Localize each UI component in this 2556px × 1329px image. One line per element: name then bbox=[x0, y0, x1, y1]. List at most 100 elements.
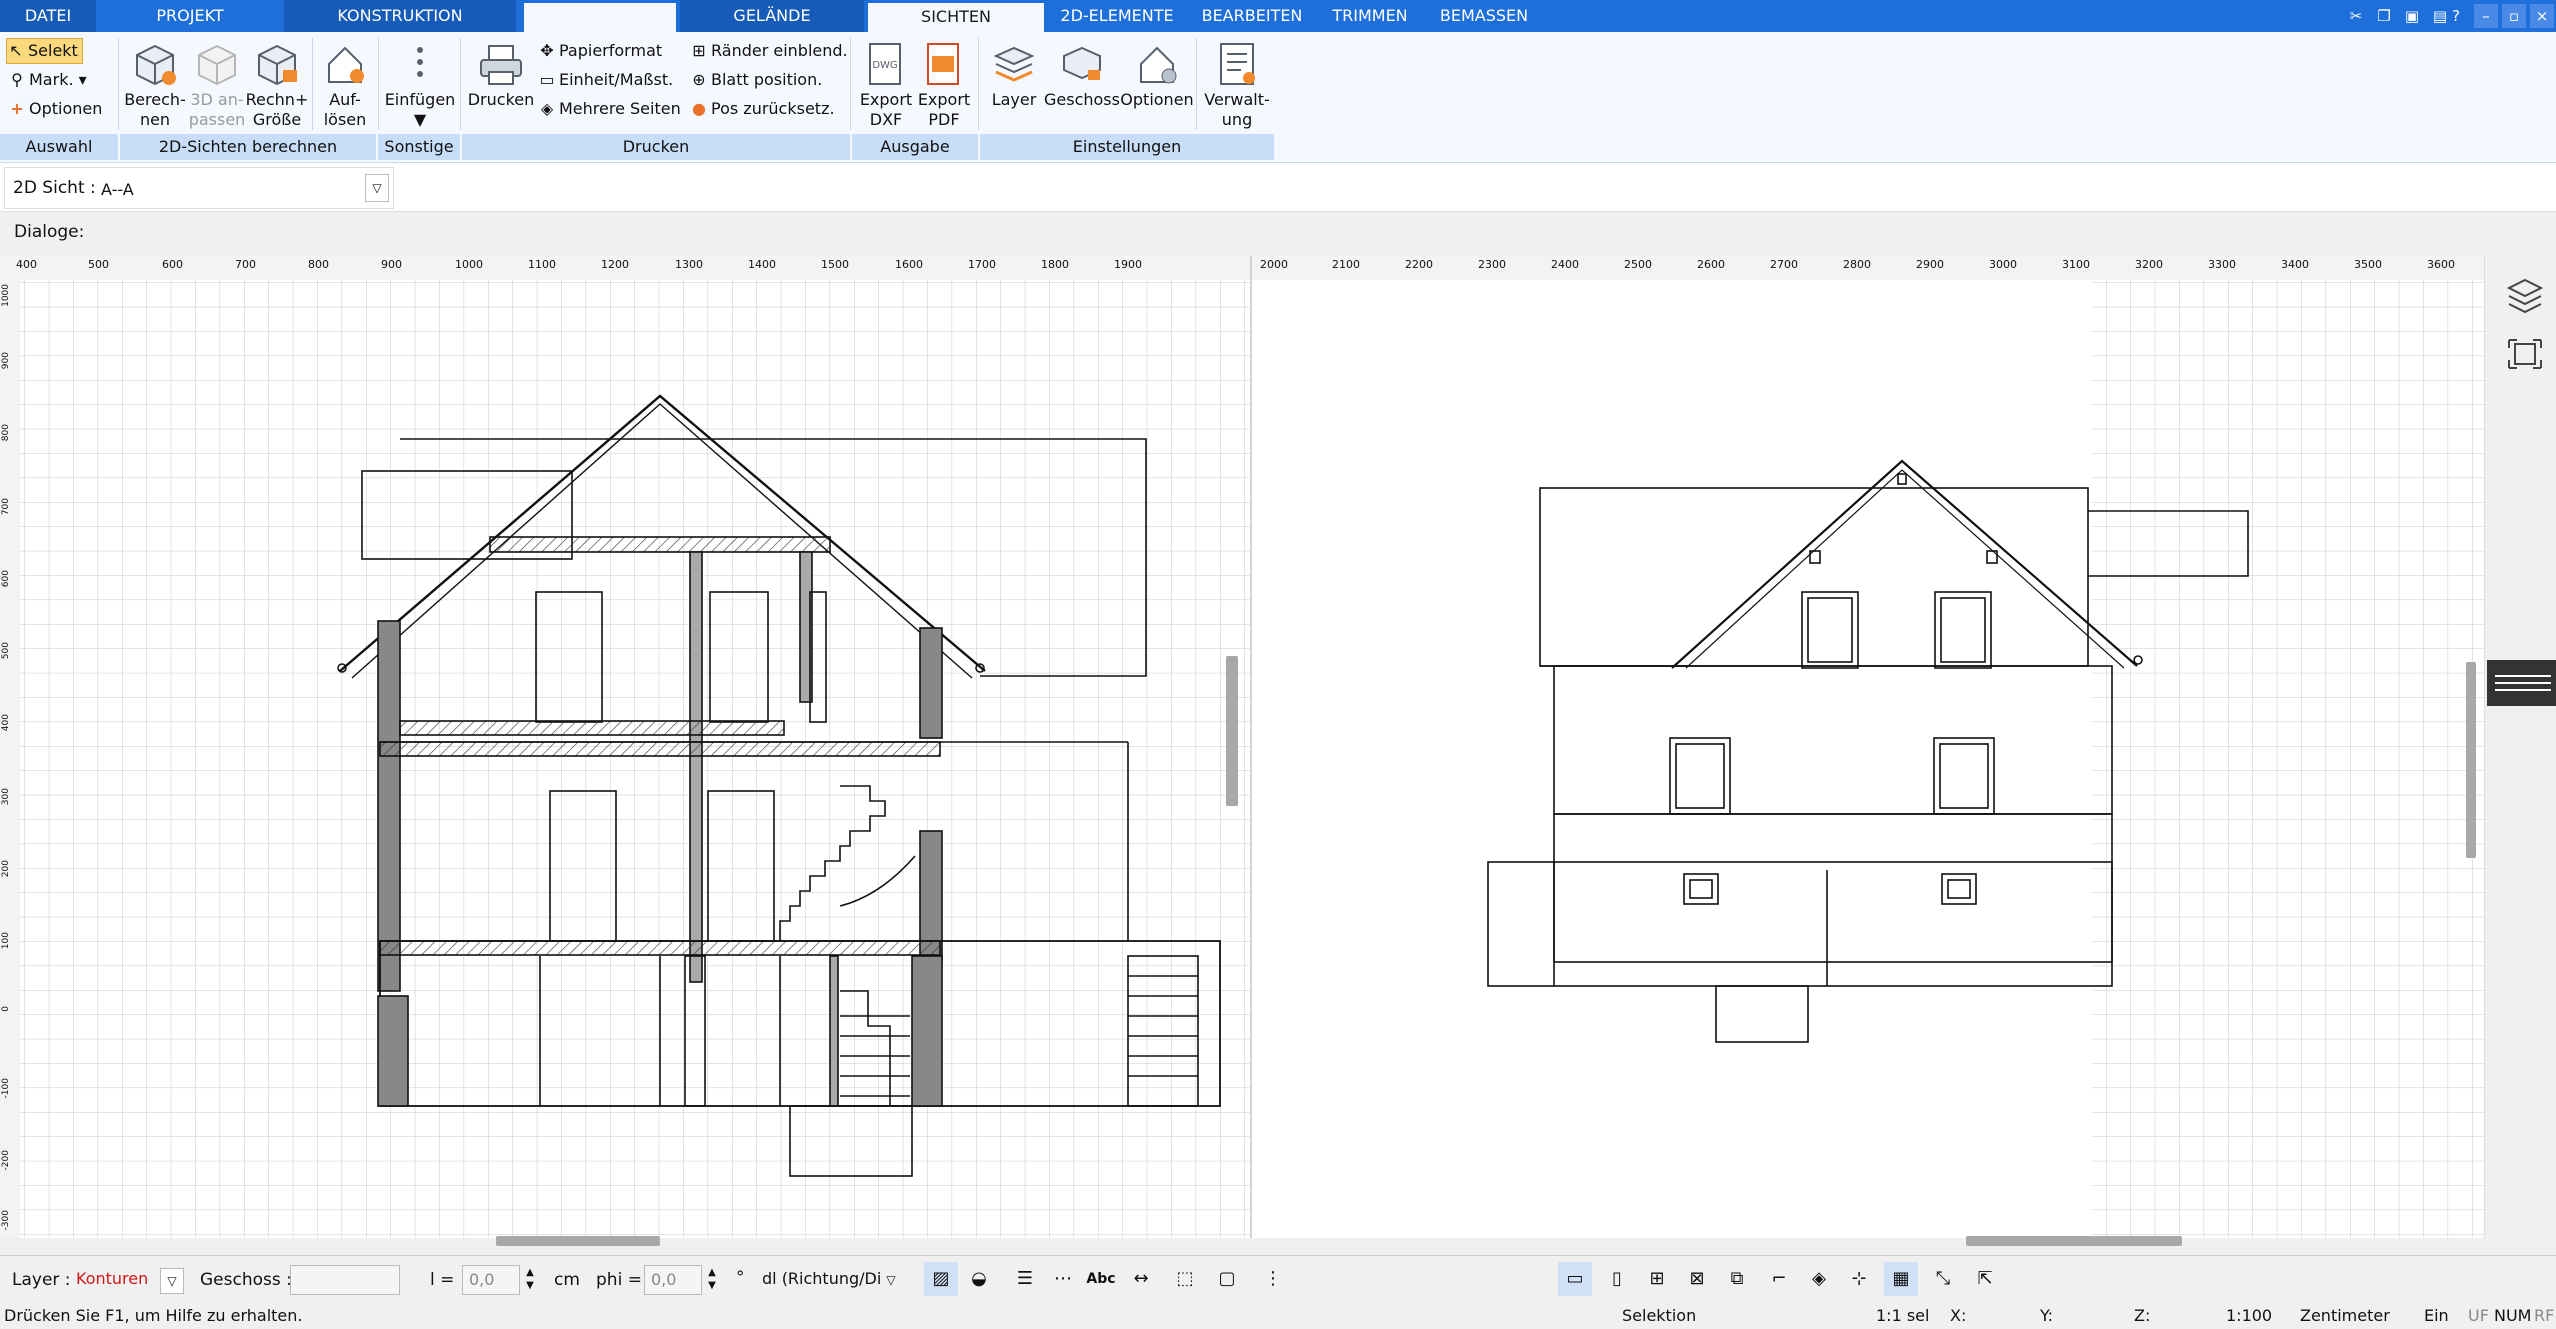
vertical-scrollbar-left[interactable] bbox=[1226, 656, 1238, 806]
plus-icon: + bbox=[10, 99, 24, 118]
fill-tool-icon[interactable]: ◒ bbox=[962, 1262, 996, 1296]
frame-select-icon[interactable]: ▢ bbox=[1210, 1262, 1244, 1296]
drucken-button[interactable]: Drucken bbox=[464, 40, 538, 110]
geschoss-label: Geschoss : bbox=[200, 1270, 292, 1290]
panel-menu-button[interactable] bbox=[2487, 660, 2556, 706]
status-mode: Selektion bbox=[1622, 1306, 1697, 1325]
vertical-scrollbar-right[interactable] bbox=[2466, 662, 2476, 858]
view-selector-row: 2D Sicht : A--A ▽ bbox=[0, 163, 2556, 212]
window-cascade-icon[interactable]: ▣ bbox=[2400, 4, 2424, 28]
snap-5-icon[interactable]: ⊹ bbox=[1842, 1262, 1876, 1296]
phi-label: phi = bbox=[596, 1270, 642, 1290]
tab-blank[interactable] bbox=[524, 0, 676, 32]
dimension-icon[interactable]: ↔ bbox=[1124, 1262, 1158, 1296]
snap-3-icon[interactable]: ⌐ bbox=[1762, 1262, 1796, 1296]
line-style-icon[interactable]: ⋯ bbox=[1046, 1262, 1080, 1296]
length-stepper[interactable]: ▲ ▼ bbox=[520, 1266, 540, 1294]
rechnen-groesse-button[interactable]: Rechn+ Größe bbox=[244, 40, 310, 130]
tab-datei[interactable]: DATEI bbox=[0, 0, 96, 32]
snap-1-icon[interactable]: ⊠ bbox=[1680, 1262, 1714, 1296]
3d-anpassen-button[interactable]: 3D an-passen bbox=[186, 40, 248, 130]
ruler-icon: ▭ bbox=[539, 70, 555, 89]
aufloesen-button[interactable]: Auf-lösen bbox=[316, 40, 374, 130]
tab-projekt[interactable]: PROJEKT bbox=[100, 0, 280, 32]
ruler-tick-label: 500 bbox=[88, 258, 109, 271]
snap-2-icon[interactable]: ⧉ bbox=[1720, 1262, 1754, 1296]
angle-input[interactable]: 0,0 bbox=[644, 1265, 702, 1295]
ruler-tick-label: 300 bbox=[1, 788, 11, 806]
direction-dropdown-chevron-icon[interactable]: ▽ bbox=[880, 1268, 902, 1292]
mehrere-seiten-button[interactable]: ◈ Mehrere Seiten bbox=[538, 96, 681, 122]
einfuegen-button[interactable]: Einfügen ▼ bbox=[382, 40, 458, 130]
angle-stepper[interactable]: ▲ ▼ bbox=[702, 1266, 722, 1294]
tab-bemassen[interactable]: BEMASSEN bbox=[1428, 0, 1540, 32]
pos-zuruecksetzen-button[interactable]: ● Pos zurücksetz. bbox=[690, 96, 835, 122]
horizontal-scrollbar-right[interactable] bbox=[1966, 1236, 2182, 1246]
frame-icon[interactable]: ⬚ bbox=[1168, 1262, 1202, 1296]
ruler-tick-label: -200 bbox=[1, 1150, 11, 1171]
tab-bearbeiten[interactable]: BEARBEITEN bbox=[1196, 0, 1308, 32]
ruler-tick-label: 600 bbox=[162, 258, 183, 271]
view-mode-2-icon[interactable]: ▯ bbox=[1600, 1262, 1634, 1296]
cursor-cancel-icon[interactable]: ⇱ bbox=[1968, 1262, 2002, 1296]
drawing-canvas-right[interactable]: 2000 2100 2200 2300 2400 2500 2600 2700 … bbox=[1252, 256, 2484, 1246]
view-mode-1-icon[interactable]: ▭ bbox=[1558, 1262, 1592, 1296]
more-tools-icon[interactable]: ⋮ bbox=[1256, 1262, 1290, 1296]
einheit-button[interactable]: ▭ Einheit/Maßst. bbox=[538, 67, 673, 93]
restore-button[interactable]: ▫ bbox=[2502, 4, 2526, 28]
position-icon: ⊕ bbox=[692, 70, 706, 89]
view-dropdown-chevron-icon[interactable]: ▽ bbox=[365, 174, 389, 202]
window-tile-icon[interactable]: ❐ bbox=[2372, 4, 2396, 28]
einstellungen-optionen-button[interactable]: Optionen bbox=[1120, 40, 1194, 110]
grid-toggle-icon[interactable]: ▦ bbox=[1884, 1262, 1918, 1296]
ruler-tick-label: 500 bbox=[1, 642, 11, 660]
blatt-position-button[interactable]: ⊕ Blatt position. bbox=[690, 67, 822, 93]
verwaltung-button[interactable]: Verwalt-ung bbox=[1200, 40, 1274, 130]
group-label-berechnen: 2D-Sichten berechnen bbox=[120, 134, 378, 160]
ruler-tick-label: 800 bbox=[1, 424, 11, 442]
tab-sichten[interactable]: SICHTEN bbox=[868, 0, 1044, 32]
mark-button[interactable]: ⚲ Mark. ▾ bbox=[8, 67, 87, 93]
selekt-button[interactable]: ↖ Selekt bbox=[6, 38, 83, 64]
export-pdf-button[interactable]: Export PDF bbox=[914, 40, 974, 130]
ribbon-separator bbox=[850, 38, 851, 130]
status-rf: RF bbox=[2534, 1306, 2555, 1325]
tab-trimmen[interactable]: TRIMMEN bbox=[1320, 0, 1420, 32]
geschoss-button[interactable]: Geschoss bbox=[1044, 40, 1120, 110]
help-icon[interactable]: ? bbox=[2444, 4, 2468, 28]
length-input[interactable]: 0,0 bbox=[462, 1265, 520, 1295]
ruler-horizontal-right: 2000 2100 2200 2300 2400 2500 2600 2700 … bbox=[1252, 256, 2484, 280]
tab-gelaende[interactable]: GELÄNDE bbox=[680, 0, 864, 32]
export-dxf-button[interactable]: DWG Export DXF bbox=[856, 40, 916, 130]
tab-2d-elemente[interactable]: 2D-ELEMENTE bbox=[1052, 0, 1182, 32]
berechnen-button[interactable]: Berech-nen bbox=[122, 40, 188, 130]
snap-4-icon[interactable]: ◈ bbox=[1802, 1262, 1836, 1296]
geschoss-select[interactable] bbox=[290, 1265, 400, 1295]
cursor-mode-icon[interactable]: ⤡ bbox=[1926, 1262, 1960, 1296]
hatch-tool-icon[interactable]: ▨ bbox=[924, 1262, 958, 1296]
ruler-tick-label: 3200 bbox=[2135, 258, 2163, 271]
tools-icon[interactable]: ✂ bbox=[2344, 4, 2368, 28]
manage-icon bbox=[1220, 43, 1255, 85]
ruler-tick-label: 700 bbox=[235, 258, 256, 271]
layer-dropdown-chevron-icon[interactable]: ▽ bbox=[160, 1268, 184, 1294]
raender-button[interactable]: ⊞ Ränder einblend. bbox=[690, 38, 847, 64]
auswahl-optionen-button[interactable]: + Optionen bbox=[8, 96, 102, 122]
tab-konstruktion[interactable]: KONSTRUKTION bbox=[284, 0, 516, 32]
papierformat-button[interactable]: ✥ Papierformat bbox=[538, 38, 662, 64]
ruler-tick-label: 1600 bbox=[895, 258, 923, 271]
horizontal-scrollbar-left[interactable] bbox=[496, 1236, 660, 1246]
minimize-button[interactable]: – bbox=[2474, 4, 2498, 28]
ribbon-separator bbox=[378, 38, 379, 130]
view-mode-3-icon[interactable]: ⊞ bbox=[1640, 1262, 1674, 1296]
text-style-icon[interactable]: Abc bbox=[1084, 1262, 1118, 1296]
layer-button[interactable]: Layer bbox=[986, 40, 1042, 110]
zoom-fit-icon[interactable] bbox=[2505, 332, 2545, 376]
line-weight-icon[interactable]: ☰ bbox=[1008, 1262, 1042, 1296]
view-select[interactable]: A--A bbox=[101, 180, 134, 199]
layers-panel-icon[interactable] bbox=[2505, 274, 2545, 318]
section-drawing bbox=[20, 280, 1250, 1238]
ruler-tick-label: 1500 bbox=[821, 258, 849, 271]
drawing-canvas-left[interactable]: 400 500 600 700 800 900 1000 1100 1200 1… bbox=[0, 256, 1250, 1246]
close-button[interactable]: × bbox=[2530, 4, 2554, 28]
